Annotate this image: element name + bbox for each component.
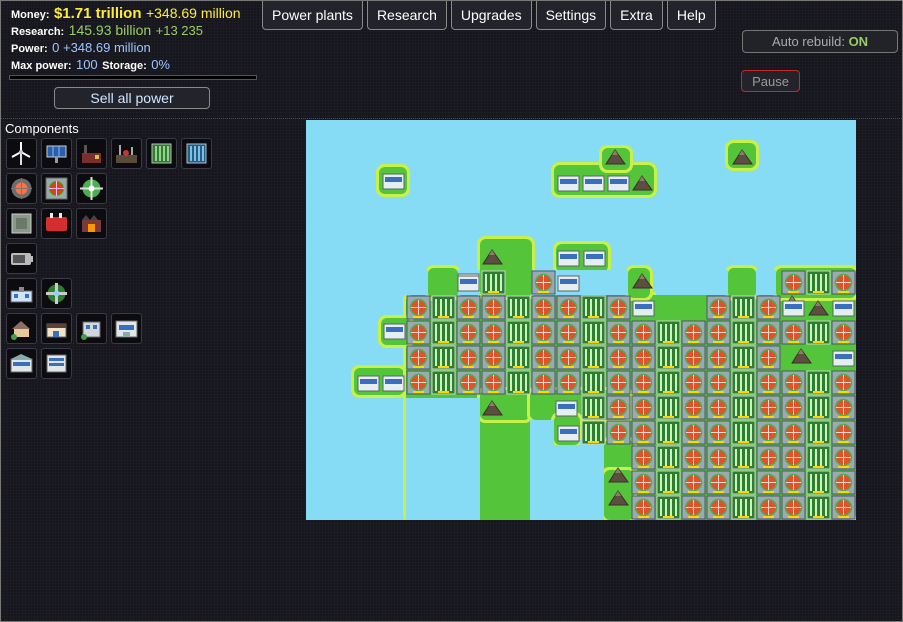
auto-rebuild-label: Auto rebuild:	[771, 34, 845, 49]
palette-item[interactable]	[6, 313, 37, 344]
palette-item[interactable]	[111, 138, 142, 169]
palette-item[interactable]	[41, 278, 72, 309]
main-menu: Power plants Research Upgrades Settings …	[262, 1, 716, 30]
palette-item[interactable]	[6, 243, 37, 274]
palette-item[interactable]	[41, 313, 72, 344]
palette-item[interactable]	[146, 138, 177, 169]
power-label: Power:	[11, 43, 48, 55]
cooling-fan-icon	[46, 283, 67, 304]
power-value: 0 +348.69 million	[52, 40, 151, 55]
power-row: Power: 0 +348.69 million	[11, 39, 261, 56]
solar-panel-icon	[46, 145, 67, 163]
maxpower-row: Max power: 100 Storage: 0%	[11, 56, 261, 73]
palette-item[interactable]	[76, 313, 107, 344]
auto-rebuild-toggle[interactable]: Auto rebuild: ON	[742, 30, 898, 53]
maxpower-label: Max power:	[11, 60, 72, 72]
money-value: $1.71 trillion	[53, 5, 142, 22]
oil-refinery-icon	[116, 145, 137, 163]
palette-item[interactable]	[76, 173, 107, 204]
research-label: Research:	[11, 26, 65, 38]
red-generator-icon	[46, 213, 67, 231]
palette-item[interactable]	[6, 138, 37, 169]
storage-label: Storage:	[102, 60, 147, 72]
wind-turbine-icon	[11, 142, 31, 165]
tab-help[interactable]: Help	[666, 1, 716, 30]
water-pump-icon	[186, 143, 207, 164]
palette-row	[6, 173, 306, 204]
coal-plant-icon	[82, 145, 101, 163]
heat-sink-icon	[11, 213, 32, 234]
reactor-icon	[11, 178, 32, 199]
sell-all-power-button[interactable]: Sell all power	[54, 87, 210, 109]
palette-row	[6, 313, 306, 344]
palette-row	[6, 278, 306, 309]
palette-item[interactable]	[6, 173, 37, 204]
palette-row	[6, 208, 306, 239]
small-office-icon	[81, 321, 101, 340]
palette-item[interactable]	[76, 208, 107, 239]
palette-item[interactable]	[41, 173, 72, 204]
tab-upgrades[interactable]: Upgrades	[450, 1, 532, 30]
palette-item[interactable]	[41, 348, 72, 379]
tab-power-plants[interactable]: Power plants	[262, 1, 363, 30]
maxpower-value: 100	[75, 57, 98, 72]
map-canvas[interactable]	[306, 120, 856, 520]
pause-button[interactable]: Pause	[741, 70, 800, 92]
palette-item[interactable]	[41, 208, 72, 239]
research-gain: +13 235	[155, 23, 203, 38]
components-title: Components	[5, 121, 79, 136]
palette-item[interactable]	[41, 138, 72, 169]
money-row: Money: $1.71 trillion +348.69 million	[11, 5, 261, 22]
auto-rebuild-state: ON	[848, 34, 869, 49]
tab-settings[interactable]: Settings	[535, 1, 607, 30]
palette-item[interactable]	[6, 348, 37, 379]
house-icon	[11, 321, 30, 340]
header-divider	[1, 118, 903, 119]
palette-row	[6, 243, 306, 274]
tab-research[interactable]: Research	[366, 1, 447, 30]
storage-value: 0%	[151, 57, 170, 72]
office-block-icon	[115, 320, 138, 338]
palette-row	[6, 348, 306, 379]
palette-item[interactable]	[76, 138, 107, 169]
money-label: Money:	[11, 9, 50, 21]
power-storage-bar	[9, 75, 257, 80]
palette-item[interactable]	[6, 278, 37, 309]
research-row: Research: 145.93 billion +13 235	[11, 22, 261, 39]
game-map[interactable]	[306, 120, 856, 520]
tab-extra[interactable]: Extra	[610, 1, 663, 30]
large-office-icon	[46, 354, 67, 373]
shop-icon	[46, 323, 67, 338]
palette-item[interactable]	[181, 138, 212, 169]
palette-item[interactable]	[111, 313, 142, 344]
battery-icon	[11, 253, 33, 265]
money-gain: +348.69 million	[145, 5, 241, 21]
bank-icon	[10, 354, 33, 373]
furnace-icon	[82, 215, 101, 232]
palette-item[interactable]	[6, 208, 37, 239]
palette-row	[6, 138, 306, 169]
stats-panel: Money: $1.71 trillion +348.69 million Re…	[11, 5, 261, 73]
heat-exchanger-icon	[80, 177, 103, 200]
reactor-core-icon	[45, 177, 68, 200]
office-icon	[10, 287, 33, 303]
research-value: 145.93 billion	[68, 22, 152, 38]
geothermal-plant-icon	[151, 143, 172, 164]
components-palette	[6, 138, 306, 383]
